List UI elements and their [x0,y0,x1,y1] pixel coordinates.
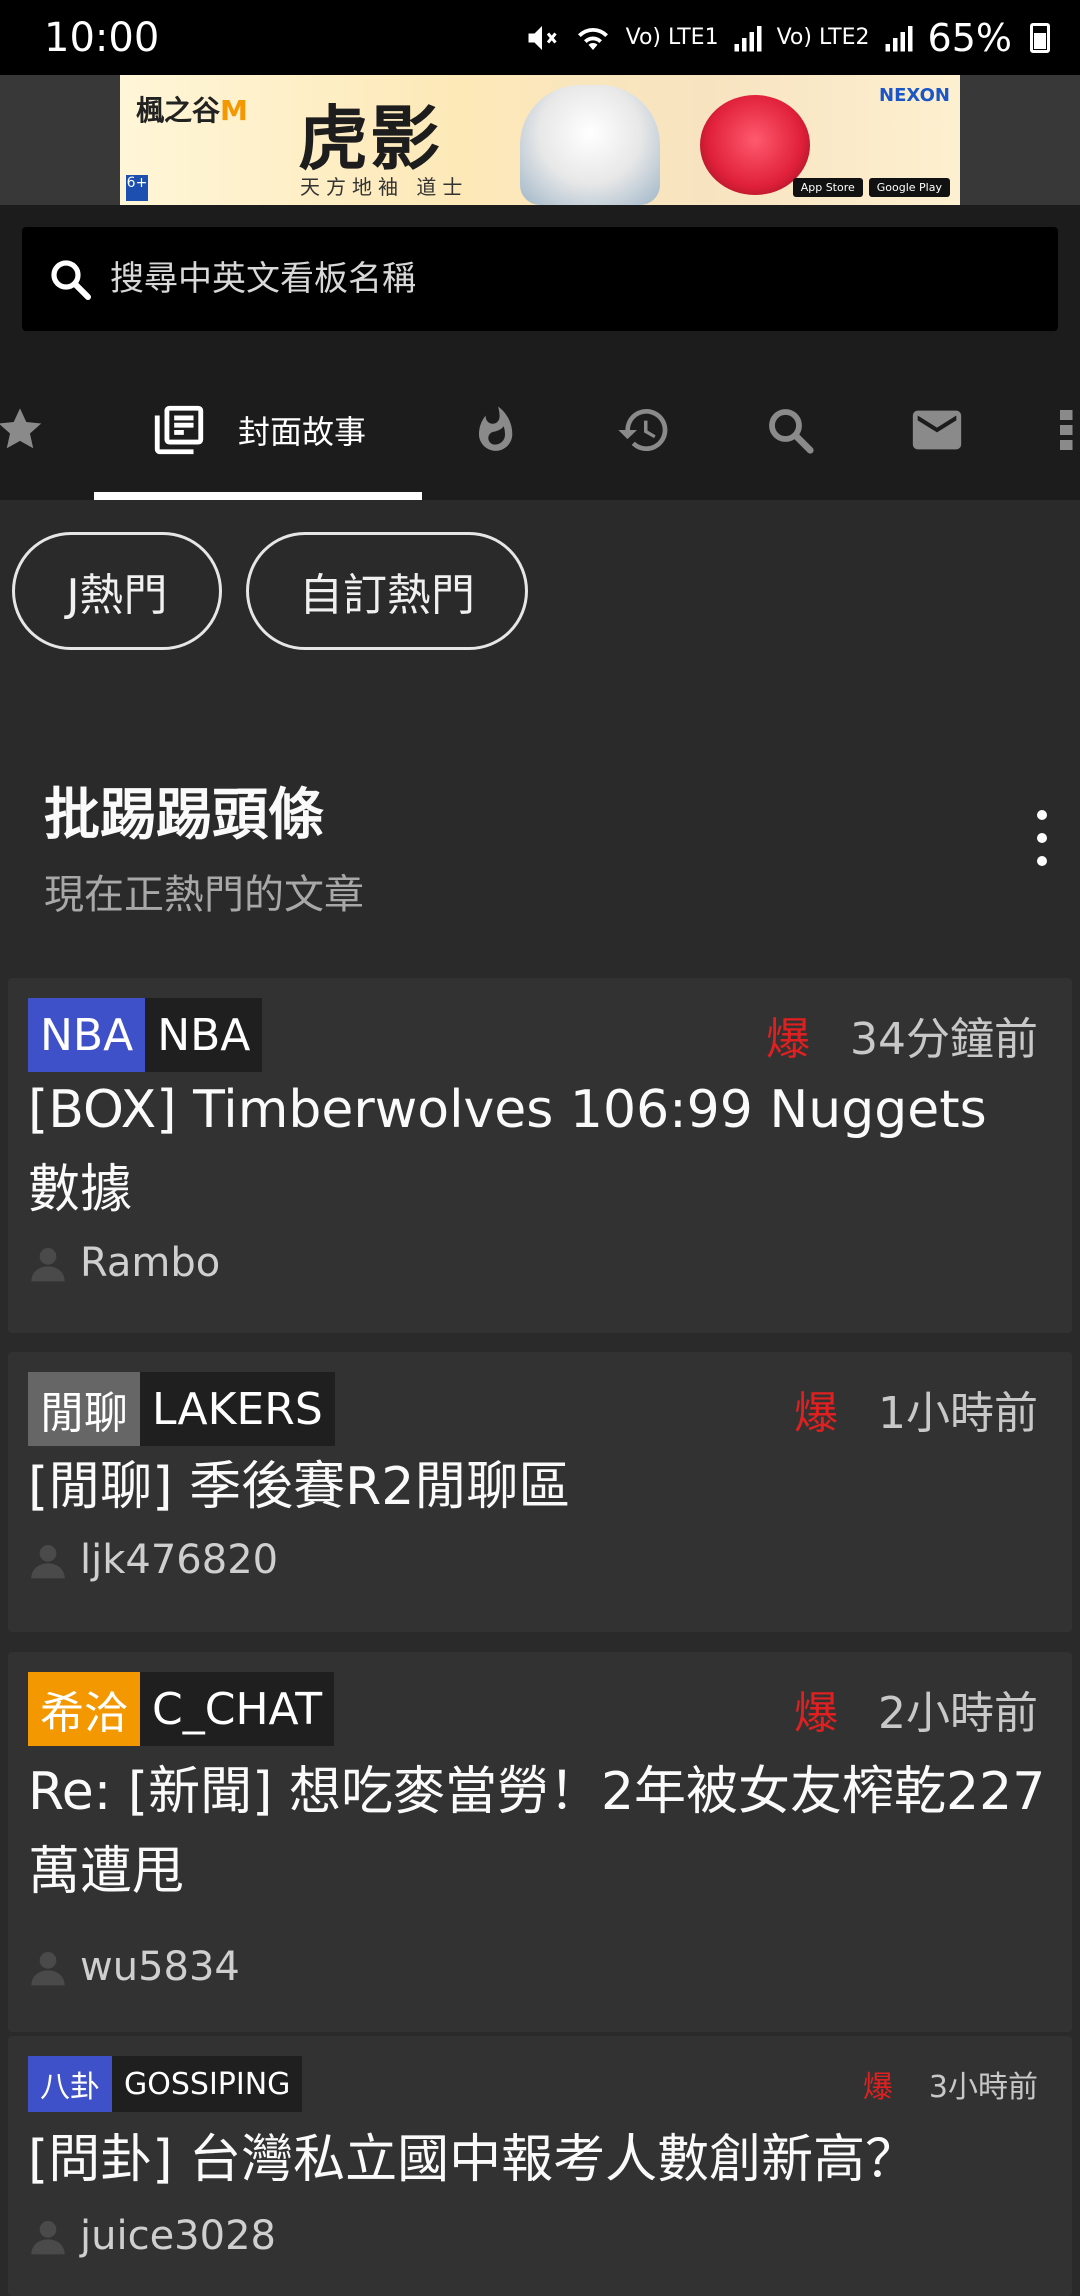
ad-character-illustration [520,85,660,205]
article-card[interactable]: 八卦 GOSSIPING 爆 3小時前 [問卦] 台灣私立國中報考人數創新高？ … [8,2036,1072,2296]
article-board-tag[interactable]: 希洽 C_CHAT [28,1672,335,1746]
article-time: 3小時前 [928,2070,1038,2105]
history-icon [618,408,668,451]
signal-icon-2 [885,25,913,51]
ad-banner[interactable]: 楓之谷M 虎影 天方地袖 道士 NEXON 6+ App Store Googl… [0,75,1080,205]
chip-custom-hot[interactable]: 自訂熱門 [246,532,528,650]
wifi-icon [577,27,608,50]
tab-cover-story-label: 封面故事 [237,413,366,451]
hot-badge: 爆 [794,1688,838,1739]
article-time: 34分鐘前 [850,1014,1038,1065]
board-category-badge: 希洽 [28,1672,140,1746]
hot-badge: 爆 [794,1388,838,1439]
article-author: juice3028 [28,2211,276,2261]
hot-badge: 爆 [862,2070,893,2105]
article-time: 1小時前 [878,1388,1038,1439]
mute-icon [528,25,557,50]
article-card[interactable]: 希洽 C_CHAT 爆 2小時前 Re: [新聞] 想吃麥當勞！2年被女友榨乾2… [8,1652,1072,2032]
author-name: Rambo [80,1240,221,1286]
grid-icon [1060,410,1073,450]
tab-hot[interactable] [455,360,535,500]
user-icon [31,2221,65,2255]
chip-j-hot[interactable]: J熱門 [12,532,222,650]
signal-icon-1 [734,25,762,51]
board-name: NBA [145,998,263,1072]
lte1-label: Vo) LTE1 [625,24,719,50]
article-time: 2小時前 [878,1688,1038,1739]
section-title: 批踢踢頭條 [44,783,324,848]
article-meta: 爆 1小時前 [794,1372,1038,1446]
status-icons: Vo) LTE1 Vo) LTE2 65% [524,16,1050,60]
board-category-badge: NBA [28,998,146,1072]
user-icon [31,1545,65,1579]
article-title: [BOX] Timberwolves 106:99 Nuggets 數據 [28,1080,987,1220]
tab-cover-story[interactable]: 封面故事 [94,360,422,500]
ad-logo-text: 楓之谷 [136,94,221,127]
ad-age-rating: 6+ [126,175,148,201]
user-icon [31,1248,65,1282]
fire-icon [478,406,513,451]
tab-active-indicator [94,492,422,500]
author-name: juice3028 [80,2213,276,2259]
article-board-tag[interactable]: 閒聊 LAKERS [28,1372,335,1446]
ad-subtitle: 天方地袖 道士 [300,175,469,199]
tab-favorites[interactable] [0,360,60,500]
article-author: wu5834 [28,1942,240,1992]
article-author: Rambo [28,1238,220,1288]
battery-icon [1030,22,1050,53]
author-name: ljk476820 [80,1537,279,1583]
board-name: C_CHAT [140,1672,335,1746]
filter-chips: J熱門 自訂熱門 [0,500,1080,700]
article-author: ljk476820 [28,1535,278,1585]
article-board-tag[interactable]: 八卦 GOSSIPING [28,2056,303,2112]
magnifier-icon [769,409,814,454]
author-name: wu5834 [80,1944,240,1990]
user-icon [31,1952,65,1986]
tab-more[interactable] [1050,360,1080,500]
board-category-badge: 閒聊 [28,1372,140,1446]
ad-logo-m: M [220,94,248,127]
article-title: [閒聊] 季後賽R2閒聊區 [28,1457,571,1517]
tab-mail[interactable] [897,360,977,500]
battery-percent: 65% [927,15,1012,60]
tab-history[interactable] [604,360,684,500]
ad-game-logo: 楓之谷M [136,89,248,129]
tab-search[interactable] [750,360,830,500]
more-options-icon[interactable] [1024,810,1060,866]
status-time: 10:00 [44,14,160,61]
google-play-badge: Google Play [868,178,950,197]
app-store-badge: App Store [792,178,863,197]
star-icon [0,408,42,449]
article-title: Re: [新聞] 想吃麥當勞！2年被女友榨乾227萬遭甩 [28,1762,1046,1902]
ad-title: 虎影 [298,97,442,180]
article-card[interactable]: 閒聊 LAKERS 爆 1小時前 [閒聊] 季後賽R2閒聊區 ljk476820 [8,1352,1072,1632]
article-meta: 爆 3小時前 [863,2056,1038,2112]
search-bar[interactable] [22,227,1058,331]
search-input[interactable] [108,258,1008,300]
articles-icon [154,405,204,455]
article-board-tag[interactable]: NBA NBA [28,998,263,1072]
ad-store-badges: App Store Google Play [792,178,950,197]
board-category-badge: 八卦 [28,2056,112,2112]
hot-badge: 爆 [766,1014,810,1065]
article-meta: 爆 2小時前 [794,1672,1038,1746]
board-name: LAKERS [140,1372,335,1446]
article-card[interactable]: NBA NBA 爆 34分鐘前 [BOX] Timberwolves 106:9… [8,978,1072,1333]
tab-bar: 封面故事 [0,360,1080,500]
article-title: [問卦] 台灣私立國中報考人數創新高？ [28,2130,918,2190]
status-bar: 10:00 Vo) LTE1 Vo) LTE2 65% [0,0,1080,75]
top-bar: 封面故事 [0,205,1080,500]
board-name: GOSSIPING [112,2056,303,2112]
search-icon [51,260,91,300]
mail-icon [912,410,962,450]
section-subtitle: 現在正熱門的文章 [44,872,364,918]
lte2-label: Vo) LTE2 [776,24,870,50]
ad-brand: NEXON [879,85,950,106]
ad-image[interactable]: 楓之谷M 虎影 天方地袖 道士 NEXON 6+ App Store Googl… [120,75,960,205]
article-meta: 爆 34分鐘前 [766,998,1038,1072]
